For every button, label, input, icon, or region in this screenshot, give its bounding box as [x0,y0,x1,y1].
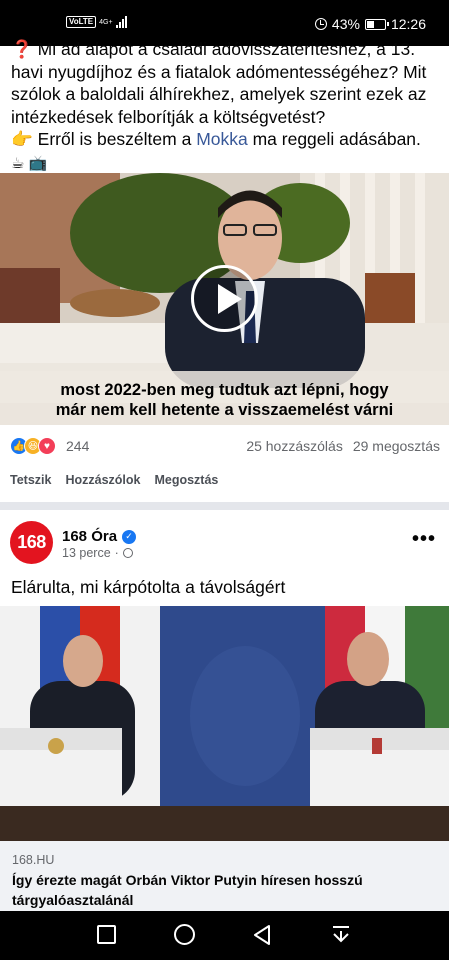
video-caption: most 2022-ben meg tudtuk azt lépni, hogy… [0,380,449,420]
reaction-count[interactable]: 244 [66,438,89,454]
link-headline[interactable]: Így érezte magát Orbán Viktor Putyin hír… [12,870,432,910]
post-time[interactable]: 13 perce [62,546,111,560]
back-icon[interactable] [252,924,272,946]
reaction-icons[interactable]: 👍 😆 ♥ [10,437,56,455]
post-paragraph-2: 👉 Erről is beszéltem a Mokka ma reggeli … [11,128,441,151]
press-conference-photo [0,606,449,841]
signal-strength-icon [115,16,127,28]
post-paragraph-2-prefix: 👉 Erről is beszéltem a [11,129,197,149]
navigation-bar [0,911,449,960]
verified-badge-icon: ✓ [122,529,137,544]
notification-pulldown-icon[interactable] [330,924,352,946]
alarm-icon [314,18,327,30]
love-reaction-icon: ♥ [38,437,56,455]
dot-separator: · [114,546,119,560]
post-meta: 13 perce · [62,546,133,560]
share-count[interactable]: 29 megosztás [353,438,440,454]
post2-text: Elárulta, mi kárpótolta a távolságért [11,577,286,597]
video-caption-line-2: már nem kell hetente a visszaemelést vár… [55,401,394,419]
globe-icon [122,548,133,558]
video-caption-line-1: most 2022-ben meg tudtuk azt lépni, hogy [60,381,389,399]
post-actions: Tetszik Hozzászólok Megosztás [10,473,218,487]
page-name-text[interactable]: 168 Óra [62,528,117,545]
post-emojis: ☕ 📺 [11,154,48,172]
post-text: ❓ Mi ad alapot a családi adóvisszatéríté… [11,38,441,175]
recent-apps-icon[interactable] [97,925,116,944]
share-button[interactable]: Megosztás [154,473,218,487]
post-paragraph-2-suffix: ma reggeli adásában. [247,129,421,149]
comment-count[interactable]: 25 hozzászólás [246,438,343,454]
post-paragraph-1: ❓ Mi ad alapot a családi adóvisszatéríté… [11,39,427,127]
clock: 12:26 [390,16,426,32]
play-button[interactable] [191,265,258,332]
comment-button[interactable]: Hozzászólok [65,473,140,487]
like-button[interactable]: Tetszik [10,473,51,487]
volte-badge: VoLTE [66,16,97,28]
mokka-link[interactable]: Mokka [196,129,248,149]
home-icon[interactable] [174,924,195,945]
network-type: 4G+ [99,18,113,26]
link-preview-image[interactable] [0,606,449,841]
page-name[interactable]: 168 Óra ✓ [62,528,137,545]
reactions-bar: 👍 😆 ♥ 244 25 hozzászólás 29 megosztás [10,435,440,457]
status-right: 43% 12:26 [314,16,426,32]
engagement-counts: 25 hozzászólás 29 megosztás [246,438,440,454]
page-avatar[interactable]: 168 [10,521,53,564]
battery-percent: 43% [331,16,360,32]
post-divider [0,502,449,510]
signal-indicators: VoLTE 4G+ [66,16,127,28]
battery-icon [364,18,389,30]
more-options-icon[interactable]: ••• [412,528,436,551]
link-preview[interactable]: 168.HU Így érezte magát Orbán Viktor Put… [0,841,449,911]
link-domain: 168.HU [12,853,55,867]
